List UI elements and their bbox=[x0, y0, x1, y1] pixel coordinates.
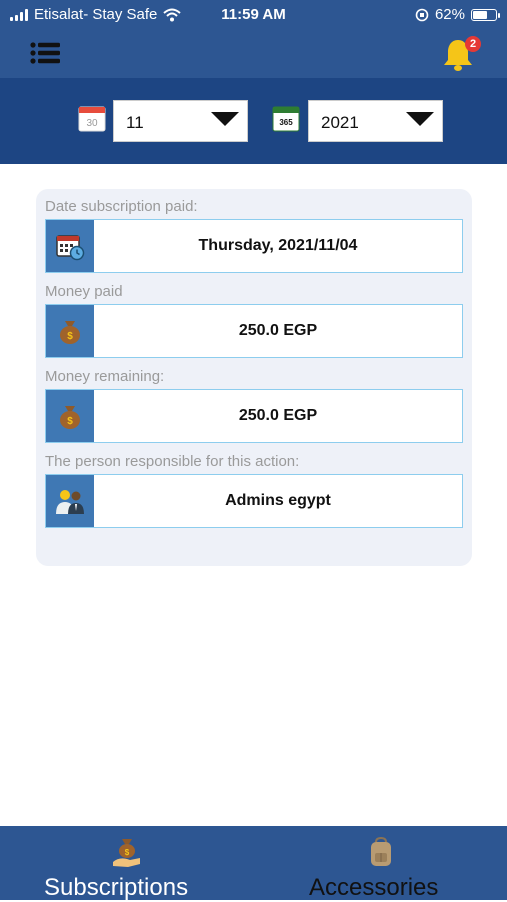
notifications-button[interactable]: 2 bbox=[443, 36, 481, 72]
calendar-clock-icon bbox=[46, 220, 94, 272]
tab-subscriptions[interactable]: $ Subscriptions bbox=[0, 826, 254, 901]
bottom-tab-bar: $ Subscriptions Accessories bbox=[0, 826, 507, 901]
orientation-lock-icon bbox=[415, 8, 429, 21]
svg-text:$: $ bbox=[67, 416, 73, 427]
notification-badge: 2 bbox=[465, 36, 481, 52]
tab-accessories[interactable]: Accessories bbox=[254, 826, 507, 901]
status-right-group: 62% bbox=[415, 6, 500, 23]
tab-subscriptions-label: Subscriptions bbox=[44, 874, 189, 901]
date-paid-label: Date subscription paid: bbox=[45, 198, 198, 215]
date-paid-field: Thursday, 2021/11/04 bbox=[45, 219, 463, 273]
date-paid-value: Thursday, 2021/11/04 bbox=[198, 237, 358, 254]
battery-level bbox=[473, 10, 487, 19]
money-paid-label: Money paid bbox=[45, 283, 123, 300]
year-value: 2021 bbox=[321, 113, 359, 132]
backpack-icon bbox=[371, 836, 391, 866]
responsible-person-value: Admins egypt bbox=[225, 492, 331, 509]
app-header: 2 bbox=[0, 30, 507, 78]
money-bag-icon: $ bbox=[46, 305, 94, 357]
money-bag-icon: $ bbox=[46, 390, 94, 442]
dropdown-arrow-icon bbox=[211, 112, 239, 126]
year-select[interactable]: 2021 bbox=[308, 100, 443, 142]
responsible-person-field: Admins egypt bbox=[45, 474, 463, 528]
month-value: 11 bbox=[126, 113, 144, 132]
money-paid-value: 250.0 EGP bbox=[238, 322, 318, 339]
money-remaining-field: $ 250.0 EGP bbox=[45, 389, 463, 443]
battery-icon bbox=[471, 8, 500, 21]
filter-bar: 30 11 365 2021 bbox=[0, 78, 507, 164]
status-bar: Etisalat- Stay Safe 11:59 AM 62% bbox=[0, 0, 507, 30]
money-hand-icon: $ bbox=[113, 839, 140, 867]
battery-percent: 62% bbox=[434, 6, 465, 23]
money-remaining-label: Money remaining: bbox=[45, 368, 165, 385]
calendar-365-icon: 365 bbox=[272, 106, 300, 132]
svg-text:$: $ bbox=[67, 331, 73, 342]
people-icon bbox=[46, 475, 94, 527]
hamburger-menu-icon[interactable] bbox=[30, 42, 60, 64]
subscription-details-card: Date subscription paid: Thursday, 2021/1… bbox=[36, 189, 472, 566]
responsible-person-label: The person responsible for this action: bbox=[45, 453, 300, 470]
dropdown-arrow-icon bbox=[406, 112, 434, 126]
money-remaining-value: 250.0 EGP bbox=[238, 407, 318, 424]
tab-accessories-label: Accessories bbox=[309, 874, 439, 901]
money-paid-field: $ 250.0 EGP bbox=[45, 304, 463, 358]
calendar-30-icon: 30 bbox=[78, 106, 106, 132]
month-select[interactable]: 11 bbox=[113, 100, 248, 142]
svg-text:$: $ bbox=[125, 848, 130, 857]
svg-text:365: 365 bbox=[279, 118, 293, 127]
svg-text:30: 30 bbox=[86, 118, 98, 129]
